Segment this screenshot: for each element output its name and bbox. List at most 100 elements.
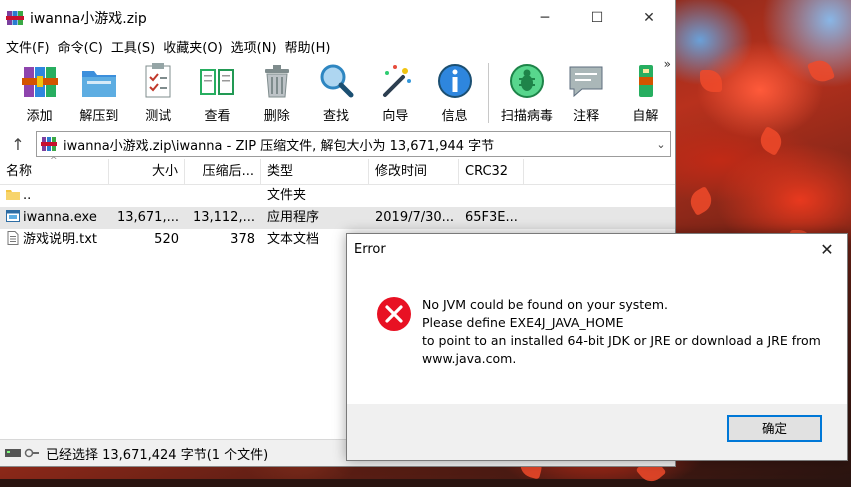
path-field[interactable]: iwanna小游戏.zip\iwanna - ZIP 压缩文件, 解包大小为 1… xyxy=(36,131,671,157)
column-type[interactable]: 类型 xyxy=(261,159,369,184)
file-type: 文件夹 xyxy=(267,188,307,203)
file-name: 游戏说明.txt xyxy=(23,232,98,247)
find-button[interactable]: 查找 xyxy=(306,57,365,124)
info-button[interactable]: 信息 xyxy=(425,57,484,124)
menu-bar: 文件(F) 命令(C) 工具(S) 收藏夹(O) 选项(N) 帮助(H) xyxy=(0,35,675,57)
file-packed: 378 xyxy=(230,232,255,247)
exe-icon xyxy=(6,210,20,222)
path-dropdown-icon[interactable]: ⌄ xyxy=(652,138,670,151)
error-message-line: www.java.com. xyxy=(422,351,517,366)
menu-help[interactable]: 帮助(H) xyxy=(283,37,337,56)
add-label: 添加 xyxy=(26,109,53,124)
comment-button[interactable]: 注释 xyxy=(557,57,616,124)
toolbar-overflow-chevron[interactable]: » xyxy=(664,57,671,71)
up-arrow-icon[interactable]: ↑ xyxy=(0,135,36,154)
menu-options[interactable]: 选项(N) xyxy=(229,37,283,56)
column-crc32[interactable]: CRC32 xyxy=(459,159,524,184)
file-size: 520 xyxy=(154,232,179,247)
file-type: 应用程序 xyxy=(267,210,320,225)
dialog-footer: 确定 xyxy=(347,404,847,460)
maximize-button[interactable]: ☐ xyxy=(571,0,623,35)
minimize-button[interactable]: ─ xyxy=(519,0,571,35)
test-button[interactable]: 测试 xyxy=(129,57,188,124)
column-modified[interactable]: 修改时间 xyxy=(369,159,459,184)
wizard-label: 向导 xyxy=(382,109,409,124)
wizard-button[interactable]: 向导 xyxy=(366,57,425,124)
path-text: iwanna小游戏.zip\iwanna - ZIP 压缩文件, 解包大小为 1… xyxy=(63,138,495,154)
trash-bin-icon xyxy=(264,65,289,98)
toolbar-separator xyxy=(488,63,490,123)
info-label: 信息 xyxy=(441,109,468,124)
column-header: ^ 名称 大小 压缩后... 类型 修改时间 CRC32 xyxy=(0,156,675,185)
folder-icon xyxy=(6,190,20,200)
menu-tools[interactable]: 工具(S) xyxy=(109,37,161,56)
menu-commands[interactable]: 命令(C) xyxy=(56,37,109,56)
virus-scan-button[interactable]: 扫描病毒 xyxy=(497,57,556,124)
dialog-close-button[interactable]: ✕ xyxy=(807,240,847,259)
wallpaper-leaf xyxy=(755,125,787,157)
magic-wand-icon xyxy=(383,65,412,97)
delete-button[interactable]: 删除 xyxy=(247,57,306,124)
comment-label: 注释 xyxy=(573,109,600,124)
column-packed[interactable]: 压缩后... xyxy=(185,159,261,184)
wallpaper-leaf xyxy=(700,70,722,92)
winrar-app-icon xyxy=(6,10,24,25)
close-button[interactable]: ✕ xyxy=(623,0,675,35)
file-size: 13,671,... xyxy=(116,210,179,225)
error-message-line: Please define EXE4J_JAVA_HOME xyxy=(422,315,624,330)
info-icon xyxy=(437,64,472,98)
drive-key-icon[interactable] xyxy=(4,446,40,460)
archive-icon xyxy=(41,137,57,151)
test-label: 测试 xyxy=(145,109,172,124)
wallpaper-leaf xyxy=(806,56,836,86)
file-row-exe[interactable]: iwanna.exe 13,671,... 13,112,... 应用程序 20… xyxy=(0,207,675,229)
view-button[interactable]: 查看 xyxy=(188,57,247,124)
address-bar: ↑ iwanna小游戏.zip\iwanna - ZIP 压缩文件, 解包大小为… xyxy=(0,129,675,159)
file-name-cell: .. xyxy=(0,185,109,207)
extract-to-button[interactable]: 解压到 xyxy=(69,57,128,124)
books-add-icon xyxy=(21,67,58,97)
file-packed xyxy=(185,185,261,207)
comment-icon xyxy=(569,66,603,98)
magnifier-icon xyxy=(320,64,354,98)
file-name: .. xyxy=(23,188,32,203)
wallpaper-leaf xyxy=(685,185,717,217)
bug-scan-icon xyxy=(509,64,544,98)
extract-to-label: 解压到 xyxy=(79,109,119,124)
file-size xyxy=(109,185,185,207)
dialog-title-bar: Error ✕ xyxy=(347,234,847,264)
title-bar: iwanna小游戏.zip ─ ☐ ✕ xyxy=(0,0,675,35)
dialog-title: Error xyxy=(354,241,386,257)
menu-file[interactable]: 文件(F) xyxy=(4,37,56,56)
file-modified: 2019/7/30... xyxy=(375,210,455,225)
text-file-icon xyxy=(7,231,19,245)
toolbar: 添加 解压到 测试 查看 删除 查找 向导 信息 扫描病毒 注释 自解 » xyxy=(0,57,675,129)
file-name-cell: iwanna.exe xyxy=(0,207,109,229)
virus-scan-label: 扫描病毒 xyxy=(500,109,553,124)
folder-extract-icon xyxy=(81,71,116,97)
file-name: iwanna.exe xyxy=(23,210,97,225)
find-label: 查找 xyxy=(323,109,350,124)
book-view-icon xyxy=(200,69,235,95)
sfx-icon xyxy=(639,65,654,97)
file-modified xyxy=(369,185,459,207)
error-dialog: Error ✕ No JVM could be found on your sy… xyxy=(346,233,848,461)
error-message-line: to point to an installed 64-bit JDK or J… xyxy=(422,333,821,348)
menu-favorites[interactable]: 收藏夹(O) xyxy=(161,37,228,56)
file-crc xyxy=(459,185,524,207)
file-name-cell: 游戏说明.txt xyxy=(0,229,109,251)
error-icon xyxy=(377,297,411,331)
sort-indicator-icon: ^ xyxy=(50,156,58,166)
column-size[interactable]: 大小 xyxy=(109,159,185,184)
error-message-line: No JVM could be found on your system. xyxy=(422,297,668,312)
file-packed: 13,112,... xyxy=(192,210,255,225)
sfx-label: 自解 xyxy=(632,109,659,124)
view-label: 查看 xyxy=(204,109,231,124)
status-text: 已经选择 13,671,424 字节(1 个文件) xyxy=(46,447,269,463)
delete-label: 删除 xyxy=(263,109,290,124)
file-crc: 65F3E... xyxy=(465,210,518,225)
error-message: No JVM could be found on your system. Pl… xyxy=(422,296,821,368)
file-row-parent[interactable]: .. 文件夹 xyxy=(0,185,675,207)
add-button[interactable]: 添加 xyxy=(10,57,69,124)
ok-button[interactable]: 确定 xyxy=(727,415,822,442)
